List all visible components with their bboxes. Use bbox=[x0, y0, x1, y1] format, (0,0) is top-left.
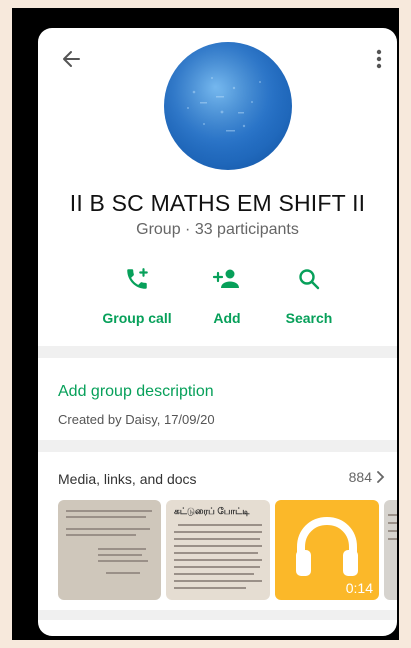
group-name: II B SC MATHS EM SHIFT II bbox=[69, 190, 366, 216]
add-person-icon bbox=[212, 264, 242, 294]
created-by-text: Created by Daisy, 17/09/20 bbox=[58, 412, 215, 427]
avatar-texture bbox=[164, 42, 292, 170]
search-icon bbox=[294, 264, 324, 294]
section-divider bbox=[38, 346, 397, 358]
device-frame: II B SC MATHS EM SHIFT II Group · 33 par… bbox=[12, 8, 399, 640]
action-row: Group call Add Search bbox=[38, 260, 397, 340]
media-thumbnails: கட்டுரைப் போட்டி 0:14 bbox=[58, 500, 397, 600]
section-divider bbox=[38, 610, 397, 620]
more-options-button[interactable] bbox=[367, 44, 391, 74]
search-label: Search bbox=[285, 310, 333, 326]
group-avatar[interactable] bbox=[164, 42, 292, 170]
participants-count: Group · 33 participants bbox=[136, 221, 299, 238]
add-participant-button[interactable]: Add bbox=[182, 260, 272, 340]
add-call-icon bbox=[122, 264, 152, 294]
back-button[interactable] bbox=[56, 44, 86, 74]
add-description-link[interactable]: Add group description bbox=[58, 383, 214, 401]
media-thumbnail[interactable] bbox=[58, 500, 161, 600]
group-call-button[interactable]: Group call bbox=[92, 260, 182, 340]
media-count: 884 bbox=[348, 469, 372, 485]
more-vert-icon bbox=[376, 49, 382, 69]
media-count-link[interactable]: 884 bbox=[349, 469, 387, 485]
group-info-screen: II B SC MATHS EM SHIFT II Group · 33 par… bbox=[38, 28, 397, 636]
media-thumbnail[interactable] bbox=[384, 500, 397, 600]
section-divider bbox=[38, 440, 397, 452]
media-thumbnail[interactable]: கட்டுரைப் போட்டி bbox=[166, 500, 270, 600]
search-button[interactable]: Search bbox=[264, 260, 354, 340]
add-label: Add bbox=[213, 310, 241, 326]
chevron-right-icon bbox=[377, 471, 385, 483]
audio-duration: 0:14 bbox=[345, 580, 373, 596]
back-arrow-icon bbox=[63, 51, 80, 67]
audio-thumbnail[interactable]: 0:14 bbox=[275, 500, 379, 600]
headphones-icon bbox=[296, 516, 358, 576]
group-call-label: Group call bbox=[102, 310, 172, 326]
media-section-title: Media, links, and docs bbox=[58, 471, 197, 487]
thumbnail-heading: கட்டுரைப் போட்டி bbox=[174, 506, 250, 516]
